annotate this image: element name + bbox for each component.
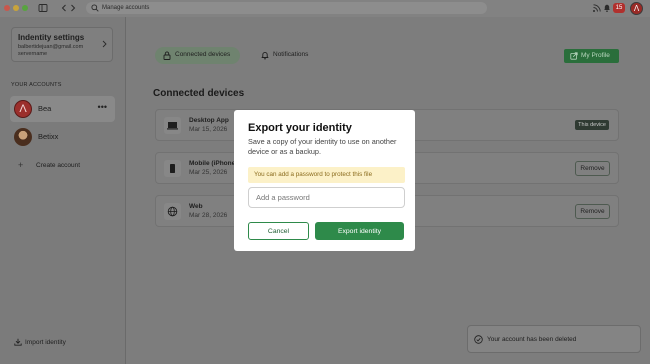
chevron-right-icon <box>102 40 107 50</box>
tab-connected-devices[interactable]: Connected devices <box>155 47 240 64</box>
account-avatar-bea: Λ <box>14 100 32 118</box>
toast-notification: Your account has been deleted <box>467 325 641 353</box>
account-avatar-betixx <box>14 128 32 146</box>
device-name: Desktop App <box>189 117 229 124</box>
device-name: Mobile (iPhone <box>189 160 236 167</box>
account-name: Betixx <box>38 132 59 141</box>
minimize-window-button[interactable] <box>13 5 19 11</box>
dialog-title: Export your identity <box>248 122 352 134</box>
import-icon <box>14 338 22 346</box>
device-date: Mar 25, 2026 <box>189 169 228 176</box>
device-date: Mar 15, 2026 <box>189 126 228 133</box>
import-identity-label: Import identity <box>25 339 66 346</box>
your-accounts-label: YOUR ACCOUNTS <box>11 82 62 88</box>
identity-email: balbertidejuan@gmail.com <box>18 44 84 50</box>
search-placeholder: Manage accounts <box>102 5 150 11</box>
close-window-button[interactable] <box>4 5 10 11</box>
export-identity-dialog: Export your identity Save a copy of your… <box>234 110 415 251</box>
device-name: Web <box>189 203 203 210</box>
remove-device-button[interactable]: Remove <box>575 204 610 219</box>
this-device-badge: This device <box>575 120 609 130</box>
toast-message: Your account has been deleted <box>487 336 577 343</box>
search-bar[interactable]: Manage accounts <box>86 2 487 14</box>
check-circle-icon <box>474 335 483 344</box>
identity-settings-card[interactable]: Indentity settings balbertidejuan@gmail.… <box>11 27 113 62</box>
dialog-description: Save a copy of your identity to use on a… <box>248 137 397 156</box>
account-name: Bea <box>38 104 52 113</box>
bell-icon[interactable] <box>603 3 611 13</box>
export-identity-button[interactable]: Export identity <box>315 222 404 240</box>
lock-icon <box>163 51 171 60</box>
tab-notifications[interactable]: Notifications <box>253 47 323 64</box>
password-input[interactable] <box>248 187 405 208</box>
bell-icon <box>261 51 269 60</box>
tab-label: Connected devices <box>175 51 231 58</box>
globe-icon <box>164 203 181 220</box>
back-icon[interactable] <box>60 3 68 13</box>
password-hint-banner: You can add a password to protect this f… <box>248 167 405 183</box>
rss-icon[interactable] <box>592 3 601 13</box>
title-bar: Manage accounts 15 Λ <box>0 0 650 17</box>
laptop-icon <box>164 117 181 134</box>
sidebar-toggle-icon[interactable] <box>38 3 48 13</box>
identity-settings-title: Indentity settings <box>18 33 85 42</box>
cancel-button[interactable]: Cancel <box>248 222 309 240</box>
my-profile-button[interactable]: My Profile <box>564 49 619 63</box>
user-avatar[interactable]: Λ <box>630 2 643 15</box>
forward-icon[interactable] <box>69 3 77 13</box>
plus-icon: + <box>18 160 24 170</box>
maximize-window-button[interactable] <box>22 5 28 11</box>
identity-server: servername <box>18 51 48 57</box>
remove-device-button[interactable]: Remove <box>575 161 610 176</box>
my-profile-label: My Profile <box>581 52 610 59</box>
section-title: Connected devices <box>153 88 245 99</box>
sidebar: Indentity settings balbertidejuan@gmail.… <box>0 17 126 364</box>
tab-label: Notifications <box>273 51 309 58</box>
more-options-icon[interactable]: ••• <box>98 102 107 112</box>
account-item-bea[interactable]: Λ Bea ••• <box>10 96 115 122</box>
external-link-icon <box>570 52 578 60</box>
phone-icon <box>164 160 181 177</box>
account-item-betixx[interactable]: Betixx <box>10 124 115 150</box>
create-account-label: Create account <box>36 162 81 169</box>
device-date: Mar 28, 2026 <box>189 212 228 219</box>
notification-count-badge[interactable]: 15 <box>613 3 625 13</box>
search-icon <box>91 4 99 12</box>
